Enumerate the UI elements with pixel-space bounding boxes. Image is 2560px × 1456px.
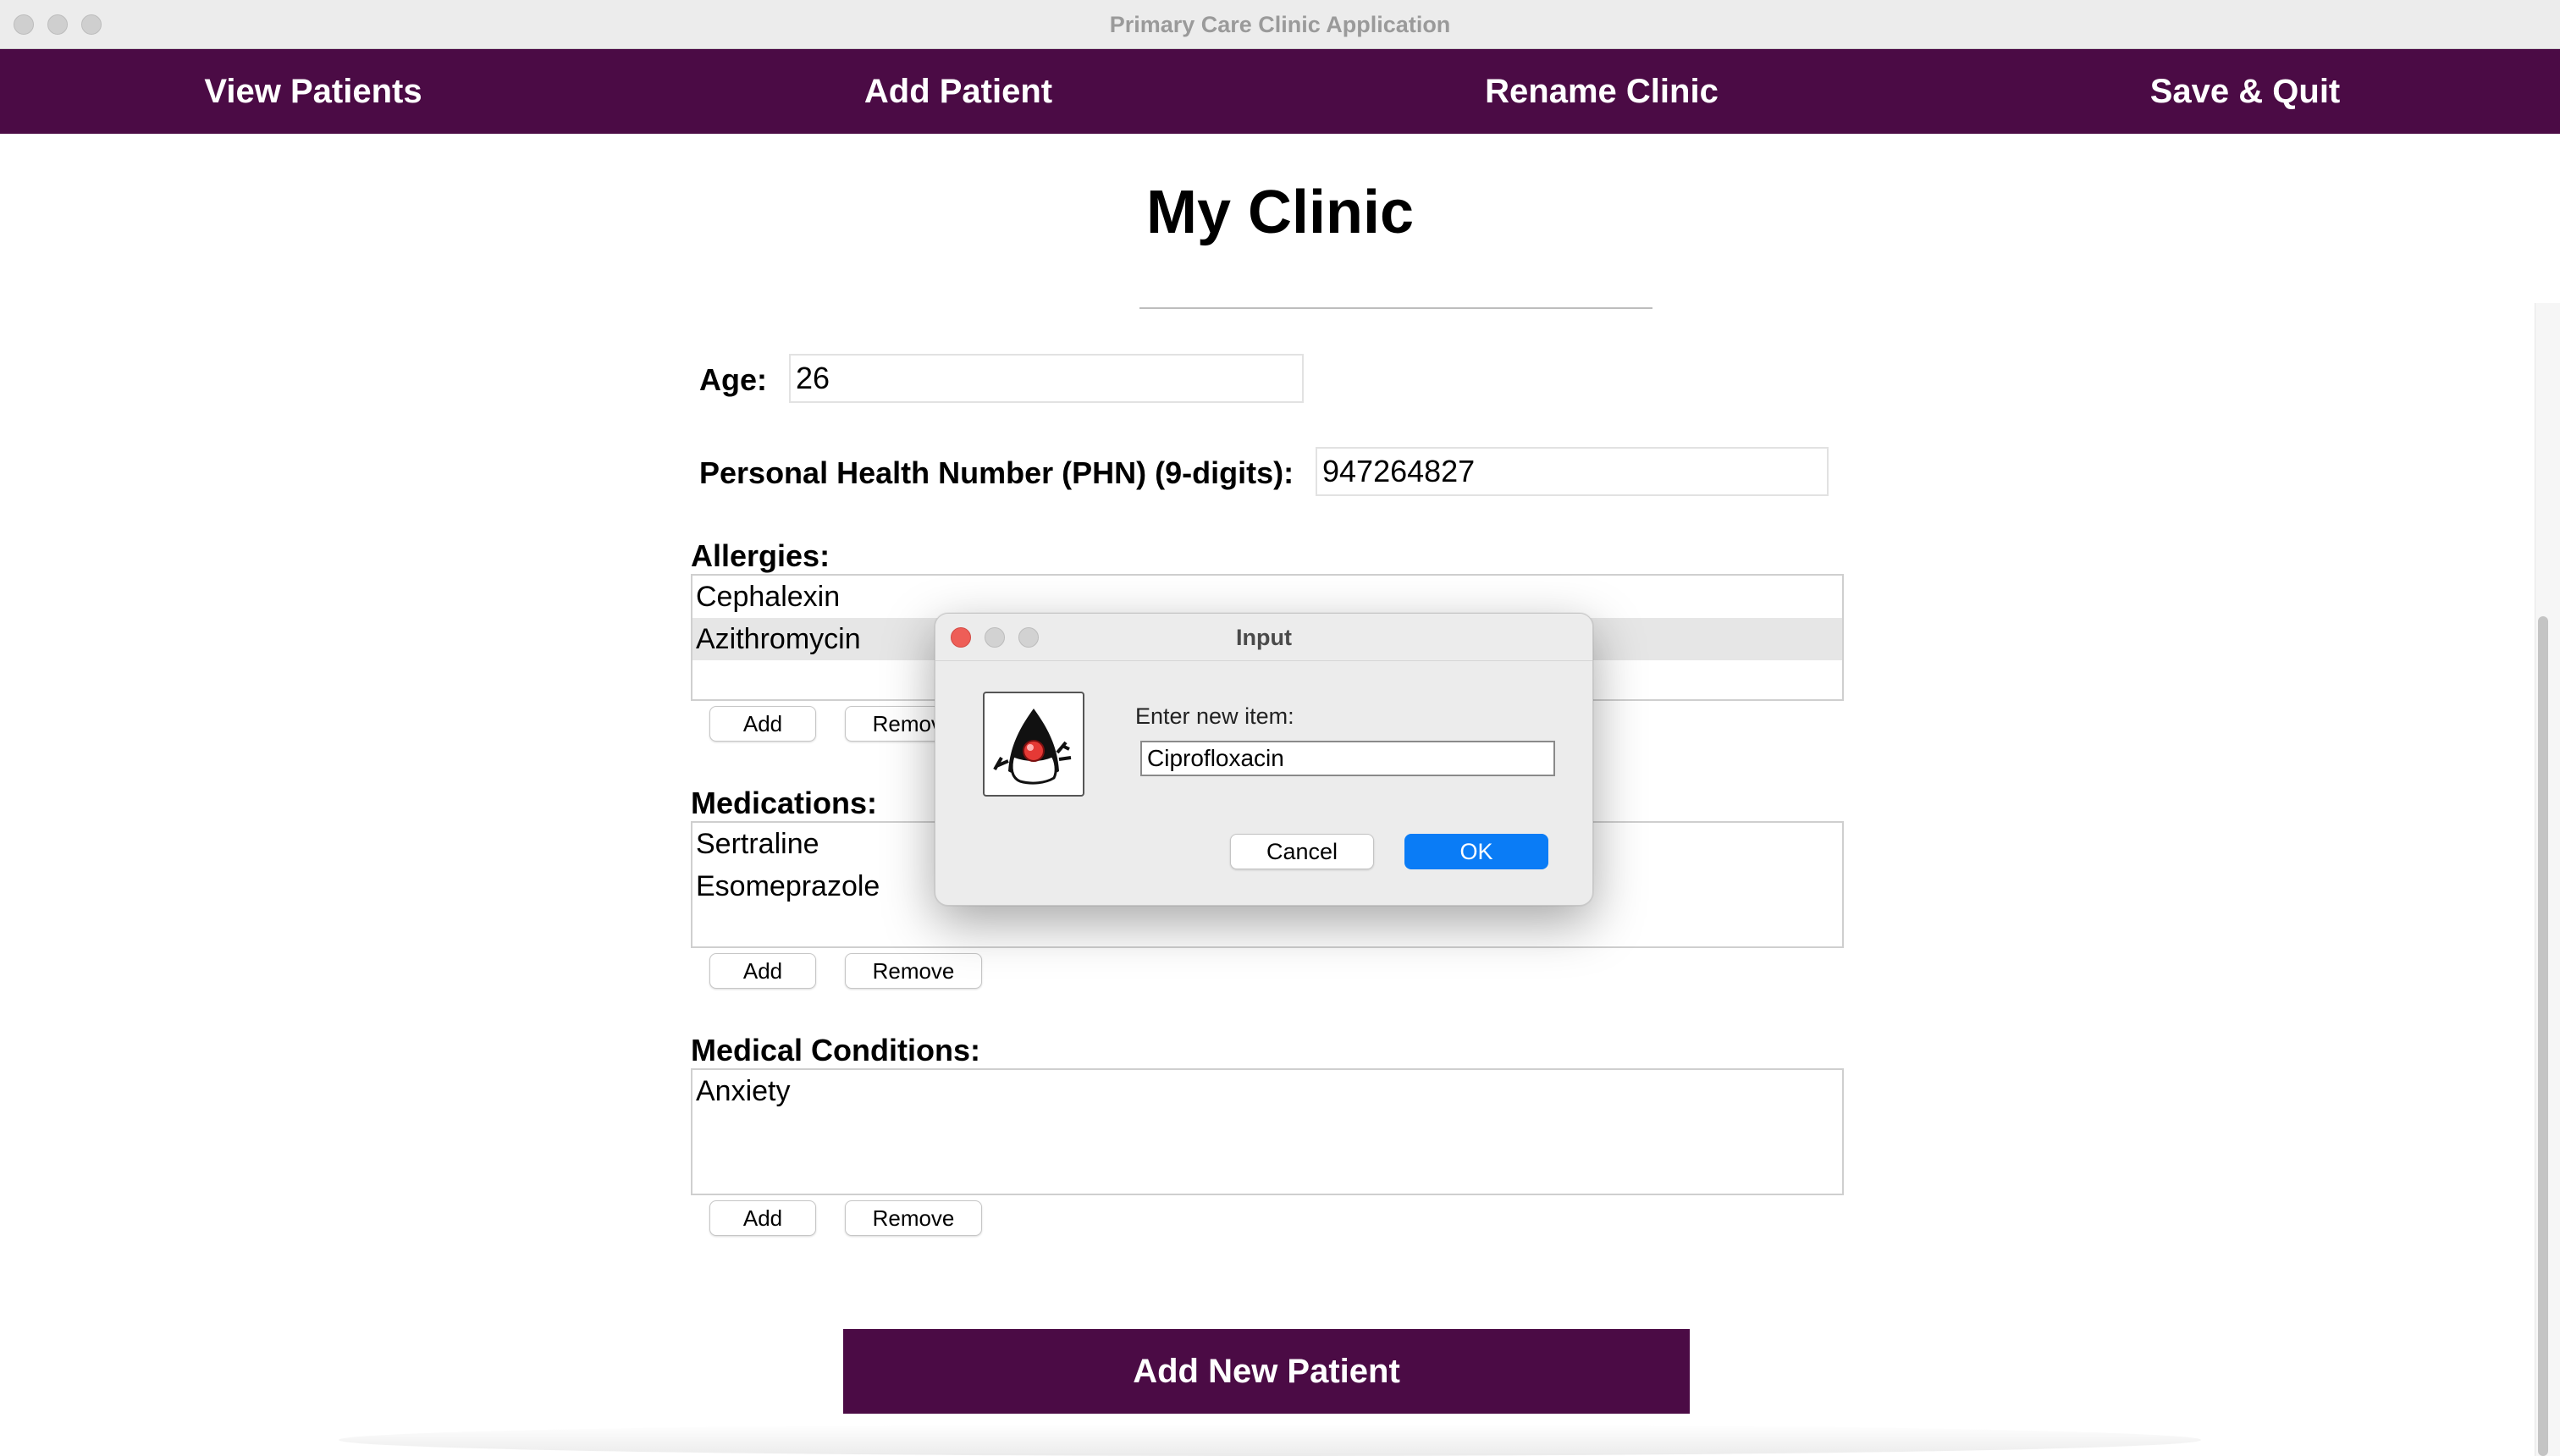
window-titlebar: Primary Care Clinic Application	[0, 0, 2560, 49]
new-item-input[interactable]	[1140, 741, 1555, 776]
window-title: Primary Care Clinic Application	[1109, 12, 1451, 37]
dialog-titlebar: Input	[935, 614, 1592, 661]
allergies-add-button[interactable]: Add	[709, 706, 816, 742]
conditions-list[interactable]: Anxiety	[691, 1068, 1844, 1195]
cancel-button[interactable]: Cancel	[1230, 834, 1374, 869]
conditions-add-button[interactable]: Add	[709, 1200, 816, 1236]
menu-rename-clinic[interactable]: Rename Clinic	[1390, 49, 1813, 134]
scrollbar-thumb[interactable]	[2538, 616, 2548, 1456]
menu-save-quit[interactable]: Save & Quit	[2033, 49, 2457, 134]
bottom-shadow	[339, 1424, 2201, 1456]
dialog-prompt: Enter new item:	[1135, 703, 1294, 729]
list-item[interactable]: Anxiety	[692, 1070, 1842, 1112]
conditions-label: Medical Conditions:	[691, 1033, 980, 1067]
ok-button[interactable]: OK	[1404, 834, 1548, 869]
allergies-label: Allergies:	[691, 538, 830, 573]
age-field[interactable]	[789, 354, 1304, 403]
menu-add-patient[interactable]: Add Patient	[747, 49, 1170, 134]
input-dialog: Input Enter new item: Cancel OK	[935, 613, 1593, 906]
menu-view-patients[interactable]: View Patients	[102, 49, 525, 134]
add-new-patient-button[interactable]: Add New Patient	[843, 1329, 1690, 1414]
age-label: Age:	[699, 362, 767, 397]
medications-add-button[interactable]: Add	[709, 953, 816, 989]
java-duke-icon	[983, 692, 1084, 797]
medications-label: Medications:	[691, 786, 878, 820]
phn-label: Personal Health Number (PHN) (9-digits):	[699, 455, 1294, 490]
title-divider	[1139, 307, 1652, 309]
conditions-remove-button[interactable]: Remove	[845, 1200, 982, 1236]
phn-field[interactable]	[1316, 447, 1829, 496]
clinic-title: My Clinic	[1145, 179, 1415, 246]
list-item[interactable]: Cephalexin	[692, 576, 1842, 618]
dialog-title: Input	[1236, 625, 1292, 650]
medications-remove-button[interactable]: Remove	[845, 953, 982, 989]
menu-bar: View Patients Add Patient Rename Clinic …	[0, 49, 2560, 134]
